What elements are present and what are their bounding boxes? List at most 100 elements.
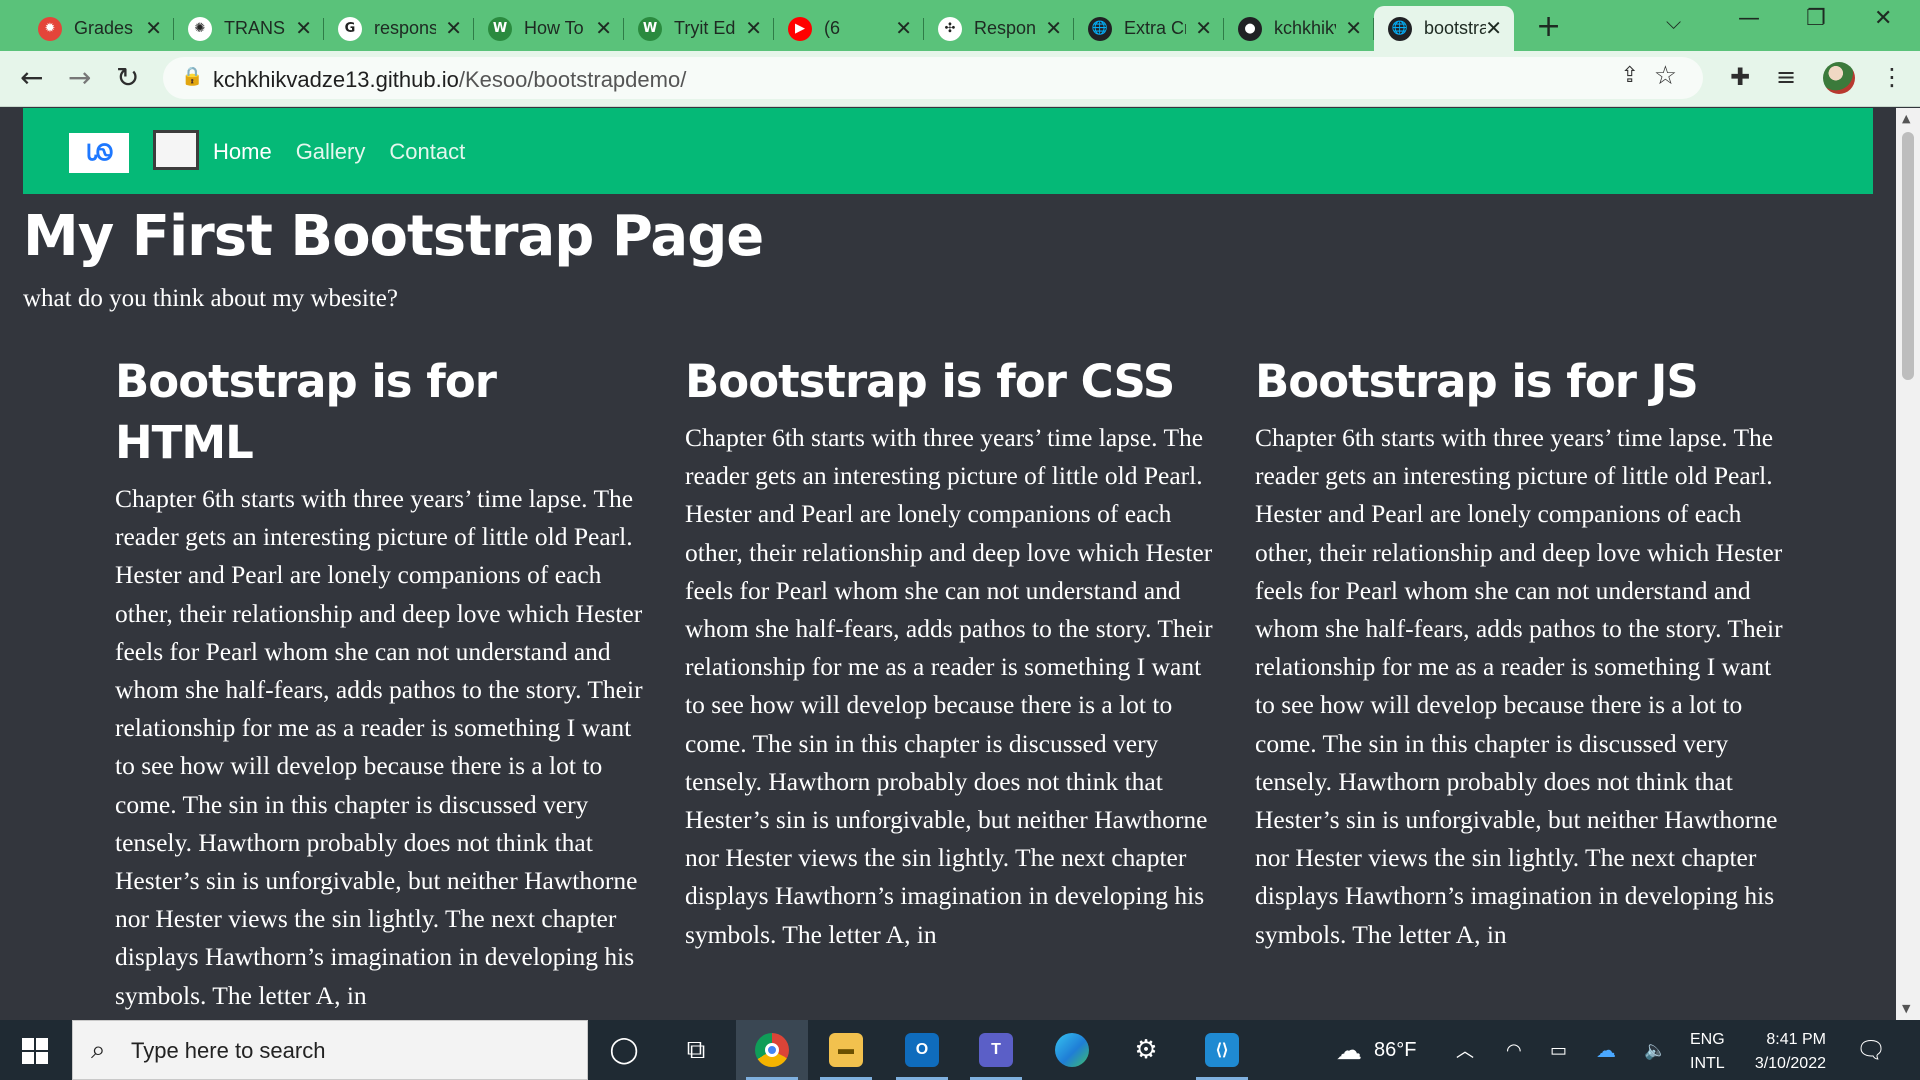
show-hidden-icons-chevron-icon[interactable]: ︿ [1456,1020,1474,1080]
task-view-icon[interactable]: ⧉ [660,1020,732,1080]
reload-icon[interactable]: ↻ [116,61,139,94]
taskbar-clock[interactable]: 8:41 PM 3/10/2022 [1744,1028,1826,1076]
tab-title: (6 [824,18,841,38]
wyzant-icon: W [638,16,662,41]
nav-link-contact[interactable]: Contact [389,139,465,165]
tab-title: bootstrapdemo [1424,18,1486,38]
clock-date: 3/10/2022 [1754,1055,1826,1072]
column-paragraph: Chapter 6th starts with three years’ tim… [1255,423,1783,949]
tab-close-icon[interactable]: ✕ [445,16,462,40]
page-title: My First Bootstrap Page [23,204,764,269]
tab-close-icon[interactable]: ✕ [595,16,612,40]
new-tab-button[interactable]: + [1536,9,1561,44]
column-paragraph: Chapter 6th starts with three years’ tim… [685,423,1213,949]
minimize-button[interactable]: — [1738,6,1760,31]
onedrive-icon[interactable]: ☁ [1596,1020,1616,1080]
navbar-toggler-button[interactable] [153,130,199,170]
browser-tab[interactable]: W Tryit Editor ✕ [624,6,774,51]
tab-close-icon[interactable]: ✕ [745,16,762,40]
tab-close-icon[interactable]: ✕ [1045,16,1062,40]
github-icon: ● [1238,16,1262,41]
menu-kebab-icon[interactable]: ⋮ [1880,63,1904,91]
restore-button[interactable]: ❐ [1806,6,1826,31]
browser-tab[interactable]: 🌐 Extra Credit ✕ [1074,6,1224,51]
extensions-puzzle-icon[interactable]: ✚ [1730,63,1750,91]
edge-icon[interactable] [1036,1020,1108,1080]
address-bar[interactable]: 🔒 kchkhikvadze13.github.io/Kesoo/bootstr… [163,57,1703,99]
volume-icon[interactable]: 🔈 [1644,1020,1666,1080]
nav-link-home[interactable]: Home [213,139,272,165]
vscode-icon[interactable]: ⟨⟩ [1186,1020,1258,1080]
battery-icon[interactable]: ▭ [1550,1020,1567,1080]
scroll-up-arrow-icon[interactable]: ▲ [1902,112,1910,125]
taskbar-search-input[interactable] [131,1033,551,1069]
back-arrow-icon[interactable]: ← [20,61,43,94]
file-explorer-icon[interactable]: ▬ [810,1020,882,1080]
tab-close-icon[interactable]: ✕ [295,16,312,40]
browser-toolbar: ← → ↻ 🔒 kchkhikvadze13.github.io/Kesoo/b… [0,51,1920,107]
tab-title: Tryit Editor [674,18,736,38]
browser-tab[interactable]: ● kchkhikvadze13 ✕ [1224,6,1374,51]
column-html: Bootstrap is for HTML Chapter 6th starts… [115,351,645,1015]
weather-temp: 86°F [1374,1038,1417,1061]
url-path: /Kesoo/bootstrapdemo/ [458,67,687,92]
column-css: Bootstrap is for CSS Chapter 6th starts … [685,351,1215,954]
media-queue-icon[interactable]: ≡ [1776,63,1796,91]
forward-arrow-icon[interactable]: → [68,61,91,94]
lock-icon[interactable]: 🔒 [181,66,203,87]
canvas-icon: ✹ [38,16,62,41]
site-navbar: ᏓᏫ Home Gallery Contact [23,108,1873,194]
column-paragraph: Chapter 6th starts with three years’ tim… [115,484,643,1010]
youtube-icon: ▶ [788,16,812,41]
column-js: Bootstrap is for JS Chapter 6th starts w… [1255,351,1785,954]
nav-links: Home Gallery Contact [213,139,465,165]
tab-close-icon[interactable]: ✕ [895,16,912,40]
weather-widget[interactable]: ☁ 86°F [1336,1020,1416,1080]
column-heading: Bootstrap is for HTML [115,355,497,469]
page-scrollbar[interactable]: ▲ ▼ [1896,108,1920,1020]
browser-tab[interactable]: W How To ✕ [474,6,624,51]
browser-tab[interactable]: ✺ TRANSLATE ✕ [174,6,324,51]
globe-icon: 🌐 [1088,16,1112,41]
browser-tab[interactable]: 🌐 bootstrapdemo✕ [1374,6,1514,51]
search-icon: ⌕ [91,1035,106,1065]
wifi-icon[interactable]: ◠ [1506,1020,1522,1080]
lang-code: ENG [1690,1031,1725,1048]
browser-tab[interactable]: ✹ Grades ✕ [24,6,174,51]
url-text[interactable]: kchkhikvadze13.github.io/Kesoo/bootstrap… [213,67,686,93]
chrome-app-icon[interactable] [736,1020,808,1080]
bookmark-star-icon[interactable]: ☆ [1654,61,1677,91]
notifications-icon[interactable]: 🗨 [1856,1036,1886,1064]
windows-taskbar: ⌕ ◯ ⧉ ▬ O T ⚙ ⟨⟩ ☁ 86°F ︿ ◠ ▭ ☁ 🔈 ENG INT… [0,1020,1920,1080]
tab-title: How To [524,18,584,38]
settings-gear-icon[interactable]: ⚙ [1110,1020,1182,1080]
lang-layout: INTL [1690,1055,1725,1072]
cortana-icon[interactable]: ◯ [588,1020,660,1080]
tab-close-icon[interactable]: ✕ [1485,16,1502,40]
taskbar-search[interactable]: ⌕ [72,1020,588,1080]
browser-tab[interactable]: ✣ Response ✕ [924,6,1074,51]
outlook-icon[interactable]: O [886,1020,958,1080]
browser-tab[interactable]: ▶ (6 ✕ [774,6,924,51]
clock-time: 8:41 PM [1766,1031,1826,1048]
tab-close-icon[interactable]: ✕ [1345,16,1362,40]
tab-close-icon[interactable]: ✕ [145,16,162,40]
share-icon[interactable]: ⇪ [1621,63,1639,88]
brand-logo[interactable]: ᏓᏫ [69,133,129,173]
tab-title: response [374,18,436,38]
close-window-button[interactable]: ✕ [1874,6,1892,31]
page-viewport: ᏓᏫ Home Gallery Contact My First Bootstr… [0,108,1896,1020]
browser-tab[interactable]: Gresponse ✕ [324,6,474,51]
column-heading: Bootstrap is for CSS [685,355,1175,408]
scrollbar-thumb[interactable] [1902,132,1914,380]
nav-link-gallery[interactable]: Gallery [296,139,366,165]
column-heading: Bootstrap is for JS [1255,355,1699,408]
tab-close-icon[interactable]: ✕ [1195,16,1212,40]
tab-search-chevron-icon[interactable]: ⌵ [1666,10,1681,34]
input-language[interactable]: ENG INTL [1690,1028,1725,1076]
teams-icon[interactable]: T [960,1020,1032,1080]
windows-start-icon[interactable] [22,1038,48,1064]
profile-avatar[interactable] [1823,62,1855,94]
scroll-down-arrow-icon[interactable]: ▼ [1902,1002,1910,1015]
page-subtitle: what do you think about my wbesite? [23,285,398,312]
